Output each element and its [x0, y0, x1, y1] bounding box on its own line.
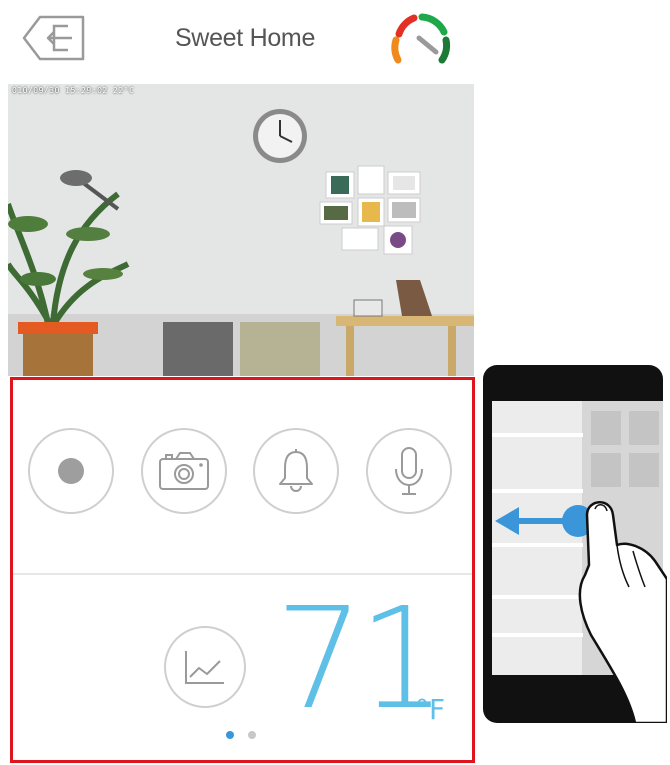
camera-icon	[159, 452, 209, 490]
camera-timestamp: 010/09/30 15:29:02 22°C	[12, 86, 135, 95]
microphone-button[interactable]	[366, 428, 452, 514]
alarm-button[interactable]	[253, 428, 339, 514]
gauge-icon	[391, 13, 451, 64]
camera-scene-image	[8, 84, 474, 376]
hand-swipe-icon	[483, 365, 669, 725]
record-icon	[58, 458, 84, 484]
divider	[13, 573, 472, 575]
temperature-unit: °F	[415, 693, 446, 726]
temperature-history-button[interactable]	[164, 626, 246, 708]
back-button[interactable]	[20, 12, 88, 64]
chart-icon	[185, 651, 224, 684]
microphone-icon	[395, 447, 423, 495]
pager-dot[interactable]	[248, 731, 256, 739]
exit-door-icon	[22, 15, 85, 61]
pager-dot-active[interactable]	[226, 731, 234, 739]
swipe-gesture-illustration	[483, 365, 669, 725]
camera-feed[interactable]: 010/09/30 15:29:02 22°C	[8, 84, 474, 376]
bell-icon	[279, 449, 313, 492]
snapshot-button[interactable]	[141, 428, 227, 514]
page-title: Sweet Home	[174, 24, 316, 52]
status-gauge[interactable]	[384, 8, 456, 78]
record-button[interactable]	[28, 428, 114, 514]
control-panel: 71 °F	[10, 377, 475, 763]
